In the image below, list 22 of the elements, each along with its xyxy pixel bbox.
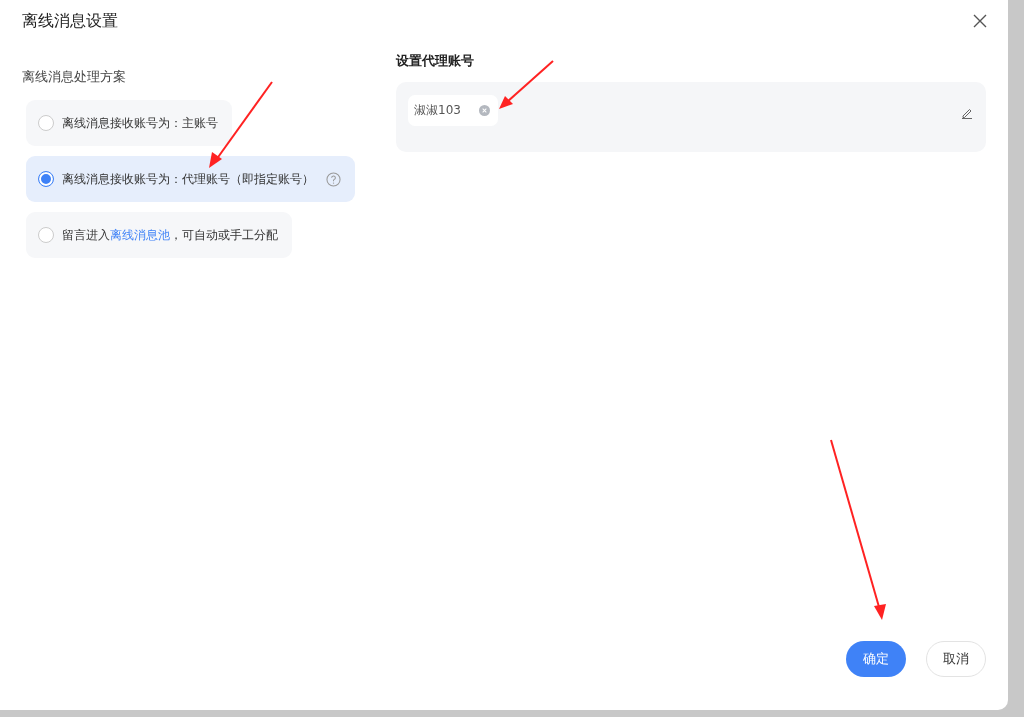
account-field[interactable]: 淑淑103 (396, 82, 986, 152)
radio-button[interactable] (38, 115, 54, 131)
radio-option[interactable]: 离线消息接收账号为：代理账号（即指定账号） (26, 156, 355, 202)
radio-button[interactable] (38, 171, 54, 187)
option-label: 留言进入离线消息池，可自动或手工分配 (62, 226, 278, 244)
radio-button[interactable] (38, 227, 54, 243)
option-label: 离线消息接收账号为：主账号 (62, 114, 218, 132)
dialog-title: 离线消息设置 (22, 10, 118, 32)
radio-option[interactable]: 留言进入离线消息池，可自动或手工分配 (26, 212, 292, 258)
clear-icon[interactable] (478, 105, 490, 116)
radio-option[interactable]: 离线消息接收账号为：主账号 (26, 100, 232, 146)
confirm-button[interactable]: 确定 (846, 641, 906, 677)
option-label: 离线消息接收账号为：代理账号（即指定账号） (62, 170, 314, 188)
section-heading: 离线消息处理方案 (22, 68, 126, 86)
section-heading: 设置代理账号 (396, 52, 475, 70)
close-icon[interactable] (973, 14, 987, 28)
pool-link[interactable]: 离线消息池 (110, 227, 170, 242)
edit-icon[interactable] (961, 107, 973, 119)
cancel-button[interactable]: 取消 (926, 641, 986, 677)
annotation-arrow (499, 60, 554, 109)
help-icon[interactable] (326, 171, 341, 187)
tag-label: 淑淑103 (414, 102, 461, 119)
